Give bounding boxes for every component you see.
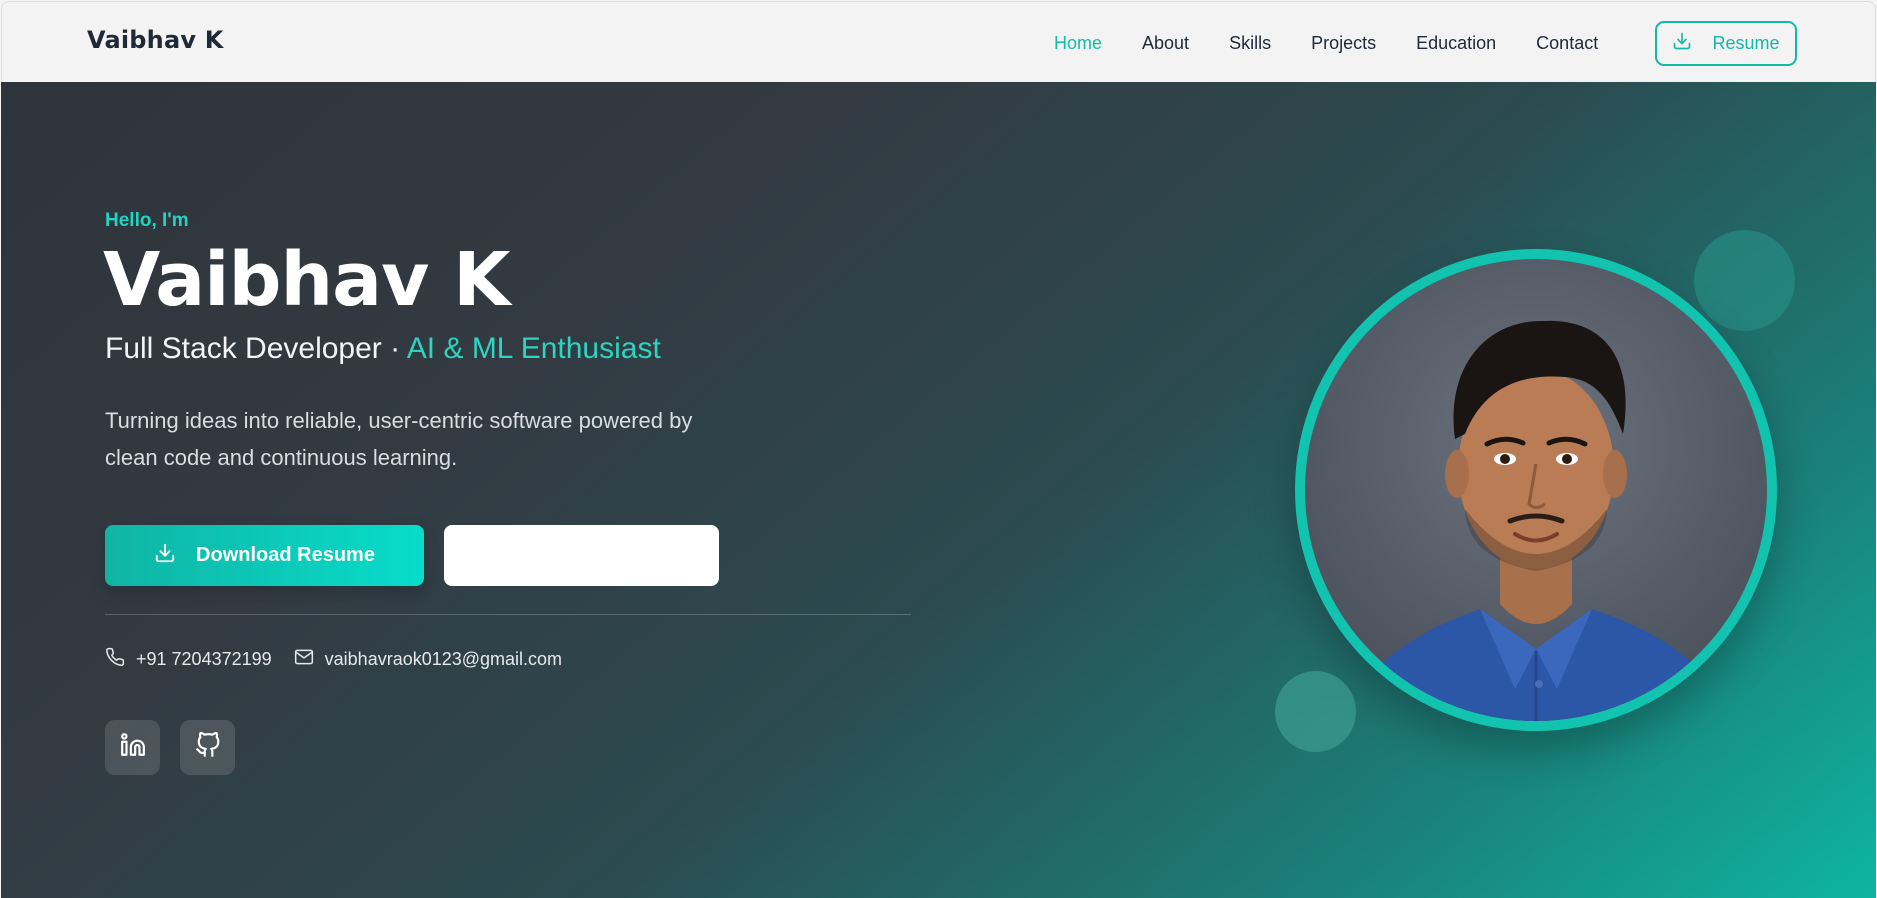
- download-icon: [154, 542, 176, 570]
- hero-divider: [105, 614, 911, 615]
- brand-logo[interactable]: Vaibhav K: [87, 26, 224, 54]
- hero-name: Vaibhav K: [103, 237, 510, 323]
- download-resume-button[interactable]: Download Resume: [105, 525, 424, 586]
- hero-tagline: Turning ideas into reliable, user-centri…: [105, 408, 693, 470]
- github-button[interactable]: [180, 720, 235, 775]
- nav-links: Home About Skills Projects Education Con…: [1054, 33, 1598, 54]
- hero-role-primary: Full Stack Developer ·: [105, 332, 407, 365]
- navbar: Vaibhav K Home About Skills Projects Edu…: [1, 1, 1876, 82]
- hero-section: Hello, I'm Vaibhav K Full Stack Develope…: [1, 82, 1876, 898]
- hero-greeting: Hello, I'm: [105, 210, 189, 231]
- nav-resume-button[interactable]: Resume: [1655, 21, 1797, 66]
- contact-email-text: vaibhavraok0123@gmail.com: [324, 649, 563, 669]
- hero-role-accent: AI & ML Enthusiast: [406, 332, 661, 365]
- page: Vaibhav K Home About Skills Projects Edu…: [0, 0, 1877, 898]
- decorative-circle: [1275, 671, 1356, 752]
- nav-link-about[interactable]: About: [1142, 33, 1189, 54]
- hero-role: Full Stack Developer · AI & ML Enthusias…: [105, 332, 661, 366]
- secondary-action-button[interactable]: [444, 525, 719, 586]
- phone-icon: [105, 647, 125, 672]
- linkedin-button[interactable]: [105, 720, 160, 775]
- nav-link-home[interactable]: Home: [1054, 33, 1102, 54]
- decorative-circle: [1694, 230, 1795, 331]
- nav-link-projects[interactable]: Projects: [1311, 33, 1376, 54]
- contact-phone[interactable]: +91 7204372199: [105, 647, 272, 672]
- nav-link-education[interactable]: Education: [1416, 33, 1496, 54]
- github-icon: [195, 731, 221, 763]
- profile-photo-frame: [1295, 249, 1777, 731]
- contact-phone-text: +91 7204372199: [136, 649, 272, 669]
- download-icon: [1672, 31, 1692, 56]
- download-resume-label: Download Resume: [196, 544, 375, 566]
- linkedin-icon: [120, 732, 146, 763]
- nav-link-skills[interactable]: Skills: [1229, 33, 1271, 54]
- nav-resume-label: Resume: [1712, 33, 1780, 53]
- contact-email[interactable]: vaibhavraok0123@gmail.com: [294, 647, 562, 672]
- profile-photo: [1305, 259, 1767, 721]
- nav-link-contact[interactable]: Contact: [1536, 33, 1598, 54]
- contact-row: +91 7204372199 vaibhavraok0123@gmail.com: [105, 647, 562, 672]
- mail-icon: [294, 647, 314, 672]
